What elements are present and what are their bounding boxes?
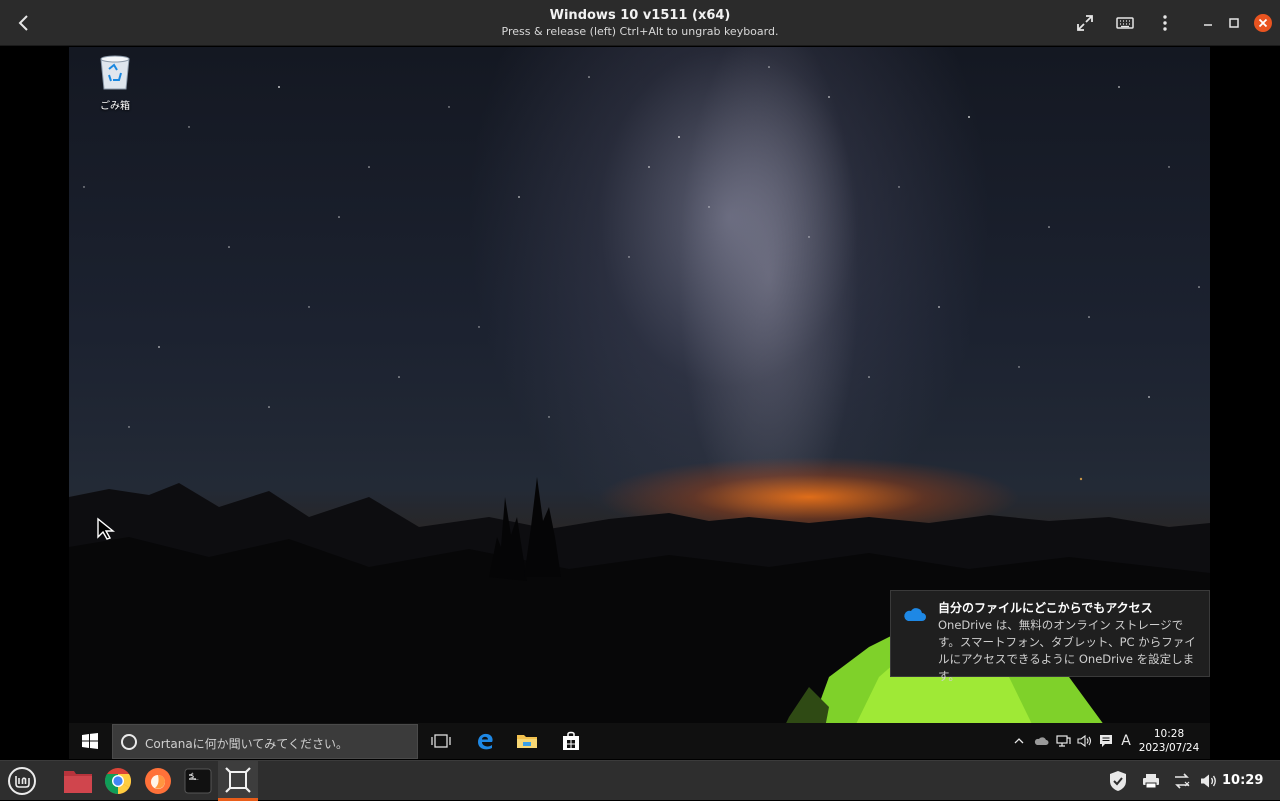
firefox-icon xyxy=(145,768,171,794)
onedrive-notification[interactable]: 自分のファイルにどこからでもアクセス OneDrive は、無料のオンライン ス… xyxy=(890,590,1210,683)
firefox-launcher[interactable] xyxy=(138,761,178,801)
chevron-up-icon xyxy=(1014,738,1024,744)
tray-onedrive-button[interactable] xyxy=(1030,723,1052,759)
recycle-bin[interactable]: ごみ箱 xyxy=(87,53,143,112)
onedrive-cloud-icon xyxy=(904,608,926,621)
action-center-icon xyxy=(1100,735,1112,747)
tray-overflow-button[interactable] xyxy=(1009,723,1029,759)
notification-body: OneDrive は、無料のオンライン ストレージです。スマートフォン、タブレッ… xyxy=(938,618,1196,683)
file-explorer-button[interactable] xyxy=(507,723,547,759)
window-title: Windows 10 v1511 (x64) xyxy=(549,8,731,23)
fullscreen-button[interactable] xyxy=(1070,8,1100,38)
windows-clock-time: 10:28 xyxy=(1153,728,1185,740)
windows-clock-date: 2023/07/24 xyxy=(1138,742,1200,754)
chrome-icon xyxy=(104,768,132,795)
tray-volume-button[interactable] xyxy=(1074,723,1096,759)
tray-ime-indicator[interactable]: A xyxy=(1117,723,1135,759)
speaker-icon xyxy=(1201,774,1216,788)
starfield xyxy=(83,66,1200,481)
file-explorer-icon xyxy=(517,735,537,748)
host-panel: $_ 10:29 xyxy=(0,760,1280,801)
edge-icon xyxy=(478,733,493,750)
tray-network-button[interactable] xyxy=(1052,723,1074,759)
guest-screen[interactable]: ごみ箱 自分のファイルにどこからでもアクセス OneDrive は、無料のオンラ… xyxy=(69,47,1210,759)
shield-icon xyxy=(1110,771,1126,791)
minimize-icon xyxy=(1204,24,1212,26)
store-button[interactable] xyxy=(551,723,591,759)
cortana-search-box[interactable]: Cortanaに何か聞いてみてください。 xyxy=(112,724,418,759)
windows-taskbar: Cortanaに何か聞いてみてください。 A 10:28 2023/07/24 xyxy=(69,723,1210,759)
windows-logo-icon xyxy=(82,733,98,749)
edge-button[interactable] xyxy=(465,723,505,759)
volume-icon xyxy=(1077,734,1092,748)
window-title-block: Windows 10 v1511 (x64) Press & release (… xyxy=(340,8,940,39)
chrome-launcher[interactable] xyxy=(98,761,138,801)
terminal-icon: $_ xyxy=(184,768,212,794)
onedrive-tray-icon xyxy=(1034,737,1049,745)
windows-clock[interactable]: 10:28 2023/07/24 xyxy=(1137,727,1201,755)
menu-icon xyxy=(1163,15,1167,31)
task-view-button[interactable] xyxy=(421,723,461,759)
keyboard-button[interactable] xyxy=(1110,8,1140,38)
files-icon xyxy=(64,771,92,793)
mouse-cursor-icon xyxy=(97,517,115,540)
printer-icon xyxy=(1143,774,1159,789)
mint-menu-button[interactable] xyxy=(2,761,42,801)
back-button[interactable] xyxy=(8,8,40,38)
files-launcher[interactable] xyxy=(58,761,98,801)
boxes-icon xyxy=(225,766,251,793)
menu-button[interactable] xyxy=(1150,8,1180,38)
svg-text:$_: $_ xyxy=(190,772,199,780)
start-button[interactable] xyxy=(69,723,111,759)
window-titlebar: Windows 10 v1511 (x64) Press & release (… xyxy=(0,0,1280,46)
cortana-placeholder: Cortanaに何か聞いてみてください。 xyxy=(145,737,348,751)
store-icon xyxy=(563,731,579,750)
minimize-button[interactable] xyxy=(1198,13,1218,33)
network-icon xyxy=(1056,735,1071,747)
close-button[interactable] xyxy=(1253,13,1273,33)
terminal-launcher[interactable]: $_ xyxy=(178,761,218,801)
mint-menu-icon xyxy=(8,767,36,795)
maximize-icon xyxy=(1229,18,1239,28)
recycle-bin-icon xyxy=(100,55,130,90)
cortana-icon xyxy=(121,734,137,750)
task-view-icon xyxy=(431,734,451,748)
window-subtitle: Press & release (left) Ctrl+Alt to ungra… xyxy=(501,25,779,38)
keyboard-icon xyxy=(1116,17,1134,29)
tray-action-center-button[interactable] xyxy=(1095,723,1117,759)
recycle-bin-label: ごみ箱 xyxy=(100,101,130,112)
maximize-button[interactable] xyxy=(1224,13,1244,33)
close-icon xyxy=(1254,14,1272,32)
fullscreen-icon xyxy=(1077,15,1093,31)
host-clock[interactable]: 10:29 xyxy=(1222,773,1263,788)
back-icon xyxy=(18,15,28,31)
boxes-launcher[interactable] xyxy=(218,761,258,801)
notification-title: 自分のファイルにどこからでもアクセス xyxy=(938,601,1153,615)
